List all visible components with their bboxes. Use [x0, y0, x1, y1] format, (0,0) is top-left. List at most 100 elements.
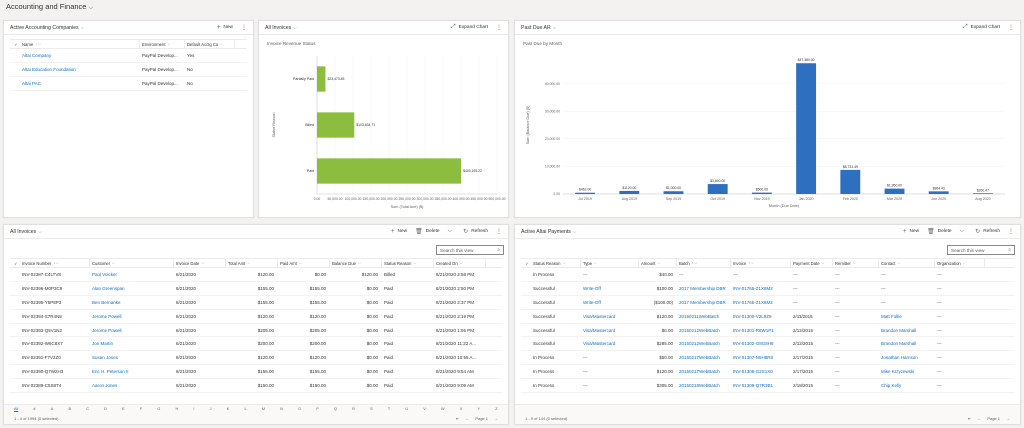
alphabet-filter-r[interactable]: R — [352, 407, 355, 411]
chevron-down-icon[interactable]: ⌵ — [88, 5, 93, 11]
alphabet-filter-hash[interactable]: # — [33, 407, 35, 411]
column-batch[interactable]: Batch ↑ ⌵ — [677, 259, 731, 267]
table-row[interactable]: INV-02393-Q5V1N2 Jerome Powell 8/21/2020 $2… — [10, 324, 502, 338]
cell-batch[interactable]: 20150217WebBatch — [677, 369, 731, 374]
cell-type[interactable]: Write-Off — [581, 300, 639, 305]
alphabet-filter-n[interactable]: N — [280, 407, 283, 411]
bar[interactable] — [928, 191, 949, 194]
companies-title[interactable]: Active Accounting Companies ⌵ — [10, 25, 209, 31]
bar[interactable] — [317, 66, 326, 92]
payments-grid-title[interactable]: Active Altai Payments ⌵ — [521, 229, 895, 235]
column-type[interactable]: Type ⌵ — [581, 259, 639, 267]
table-row[interactable]: In Process --- $40.00 --- --- --- --- --- --- — [521, 268, 1014, 282]
company-name-link[interactable]: Altai Company — [20, 53, 140, 58]
cell-batch[interactable]: 20150217WebBatch — [677, 355, 731, 360]
alphabet-filter-f[interactable]: F — [140, 407, 142, 411]
cell-customer[interactable]: Paul Volcker — [90, 272, 174, 277]
column-status-reason[interactable]: Status Reason ⌵ — [531, 259, 581, 267]
alphabet-filter-e[interactable]: E — [122, 407, 125, 411]
table-row[interactable]: Successful Visa/Mastercard $120.00 20150211… — [521, 310, 1014, 324]
cell-type[interactable]: Visa/Mastercard — [581, 341, 639, 346]
alphabet-filter-p[interactable]: P — [316, 407, 319, 411]
companies-new-button[interactable]: + New — [217, 25, 233, 31]
payments-delete-button[interactable]: 🗑 Delete — [927, 228, 952, 235]
cell-invoice[interactable]: INV-01308-G2S1X0 — [731, 369, 791, 374]
previous-page-icon[interactable]: ← — [977, 416, 981, 421]
expand-chart-button[interactable]: ⤢ Expand Chart — [963, 24, 1000, 31]
table-row[interactable]: In Process --- $120.00 20150217WebBatch INV-… — [521, 365, 1014, 380]
select-all-checkbox[interactable]: ✓ — [521, 261, 531, 266]
cell-batch[interactable]: 2017 Membership DBR — [677, 300, 731, 305]
cell-customer[interactable]: Jon Martin — [90, 341, 174, 346]
table-row[interactable]: Altai Education Foundation PayPal Develop… — [10, 63, 247, 77]
column-balance-due[interactable]: Balance Due ⌵ — [330, 259, 382, 267]
cell-contact[interactable]: Mike Krzyzewski — [879, 369, 935, 374]
cell-customer[interactable]: Susan Jones — [90, 355, 174, 360]
cell-invoice[interactable]: INV-01300-V2L9Z8 — [731, 314, 791, 319]
table-row[interactable]: INV-02392-W6C8X7 Jon Martin 8/21/2020 $200.… — [10, 337, 502, 352]
table-row[interactable]: Successful Visa/Mastercard $285.00 20150212… — [521, 337, 1014, 352]
cell-type[interactable]: Visa/Mastercard — [581, 314, 639, 319]
alphabet-filter-u[interactable]: U — [405, 407, 408, 411]
invoices-search-input[interactable]: Search this view ⌕ — [436, 245, 504, 255]
cell-customer[interactable]: Aaron Jones — [90, 383, 174, 388]
alphabet-filter-c[interactable]: C — [86, 407, 89, 411]
bar[interactable] — [317, 112, 355, 138]
invoices-delete-button[interactable]: 🗑 Delete — [415, 228, 440, 235]
alphabet-filter-m[interactable]: M — [262, 407, 265, 411]
cell-customer[interactable]: Ben Bernanke — [90, 300, 174, 305]
cell-contact[interactable]: Matt Follie — [879, 314, 935, 319]
table-row[interactable]: In Process --- $50.00 20150217WebBatch INV-0… — [521, 351, 1014, 366]
column-amount[interactable]: Amount ⌵ — [639, 259, 677, 267]
next-page-icon[interactable]: → — [1006, 416, 1010, 421]
table-row[interactable]: Altai Company PayPal Develop... Yes — [10, 49, 247, 63]
bar[interactable] — [575, 192, 596, 194]
table-row[interactable]: Successful Write-Off $100.00 2017 Membershi… — [521, 282, 1014, 296]
column-total-amt[interactable]: Total Amt ⌵ — [226, 259, 278, 267]
alphabet-filter-h[interactable]: H — [175, 407, 178, 411]
table-row[interactable]: INV-02394-S7R4N8 Jerome Powell 8/21/2020 $1… — [10, 310, 502, 324]
cell-customer[interactable]: Eric H. Peterson II — [90, 369, 174, 374]
expand-chart-button[interactable]: ⤢ Expand Chart — [451, 24, 488, 31]
table-row[interactable]: Successful Visa/Mastercard $0.00 20150212We… — [521, 324, 1014, 338]
cell-invoice[interactable]: INV-01307-N5H8R8 — [731, 355, 791, 360]
alphabet-filter-o[interactable]: O — [298, 407, 301, 411]
alphabet-filter-k[interactable]: K — [227, 407, 230, 411]
alphabet-filter-b[interactable]: B — [68, 407, 71, 411]
cell-invoice[interactable]: INV-01301-R8W1P1 — [731, 328, 791, 333]
invoice-chart-title[interactable]: All Invoices ⌵ — [265, 25, 443, 31]
alphabet-filter-l[interactable]: L — [245, 407, 247, 411]
past-due-title[interactable]: Past Due AR ⌵ — [521, 25, 955, 31]
table-row[interactable]: Successful Write-Off ($100.00) 2017 Members… — [521, 296, 1014, 310]
table-row[interactable]: INV-02396-M0P3C9 Alan Greenspan 8/21/2020 $… — [10, 282, 502, 296]
table-row[interactable]: INV-02391-F7V2Z0 Susan Jones 8/21/2020 $120… — [10, 351, 502, 366]
alphabet-filter-y[interactable]: Y — [478, 407, 481, 411]
column-environment[interactable]: Environment ⌵ — [140, 40, 185, 48]
table-row[interactable]: INV-02387-C4LTV8 Paul Volcker 8/21/2020 $12… — [10, 268, 502, 282]
next-page-icon[interactable]: → — [494, 416, 498, 421]
column-created-on[interactable]: Created On ⌵ — [434, 259, 486, 267]
table-row[interactable]: In Process --- $305.00 20150218WebBatch INV-… — [521, 379, 1014, 394]
cell-invoice[interactable]: INV-01765-Z1X8M2 — [731, 300, 791, 305]
alphabet-filter-z[interactable]: Z — [495, 407, 497, 411]
chevron-down-icon[interactable]: ⌵ — [960, 228, 968, 235]
cell-type[interactable]: Write-Off — [581, 286, 639, 291]
cell-contact[interactable]: Brandon Marshall — [879, 328, 935, 333]
column-remitter[interactable]: Remitter ⌵ — [833, 259, 879, 267]
invoices-refresh-button[interactable]: ↻ Refresh — [463, 228, 488, 235]
bar[interactable] — [840, 169, 861, 194]
alphabet-filter-all[interactable]: All — [14, 407, 18, 411]
cell-invoice[interactable]: INV-01309-Q7R3B1 — [731, 383, 791, 388]
column-paid-amt[interactable]: Paid Amt ⌵ — [278, 259, 330, 267]
cell-invoice[interactable]: INV-01765-Z1X8M2 — [731, 286, 791, 291]
cell-batch[interactable]: 20150212WebBatch — [677, 341, 731, 346]
company-name-link[interactable]: Altai PAC — [20, 81, 140, 86]
alphabet-filter-t[interactable]: T — [388, 407, 390, 411]
bar[interactable] — [663, 191, 684, 194]
chevron-down-icon[interactable]: ⌵ — [448, 228, 456, 235]
column-name[interactable]: Name ↑ ⌵ — [20, 40, 140, 48]
alphabet-filter-s[interactable]: S — [370, 407, 373, 411]
cell-type[interactable]: Visa/Mastercard — [581, 328, 639, 333]
column-customer[interactable]: Customer ⌵ — [90, 259, 174, 267]
alphabet-filter-d[interactable]: D — [104, 407, 107, 411]
